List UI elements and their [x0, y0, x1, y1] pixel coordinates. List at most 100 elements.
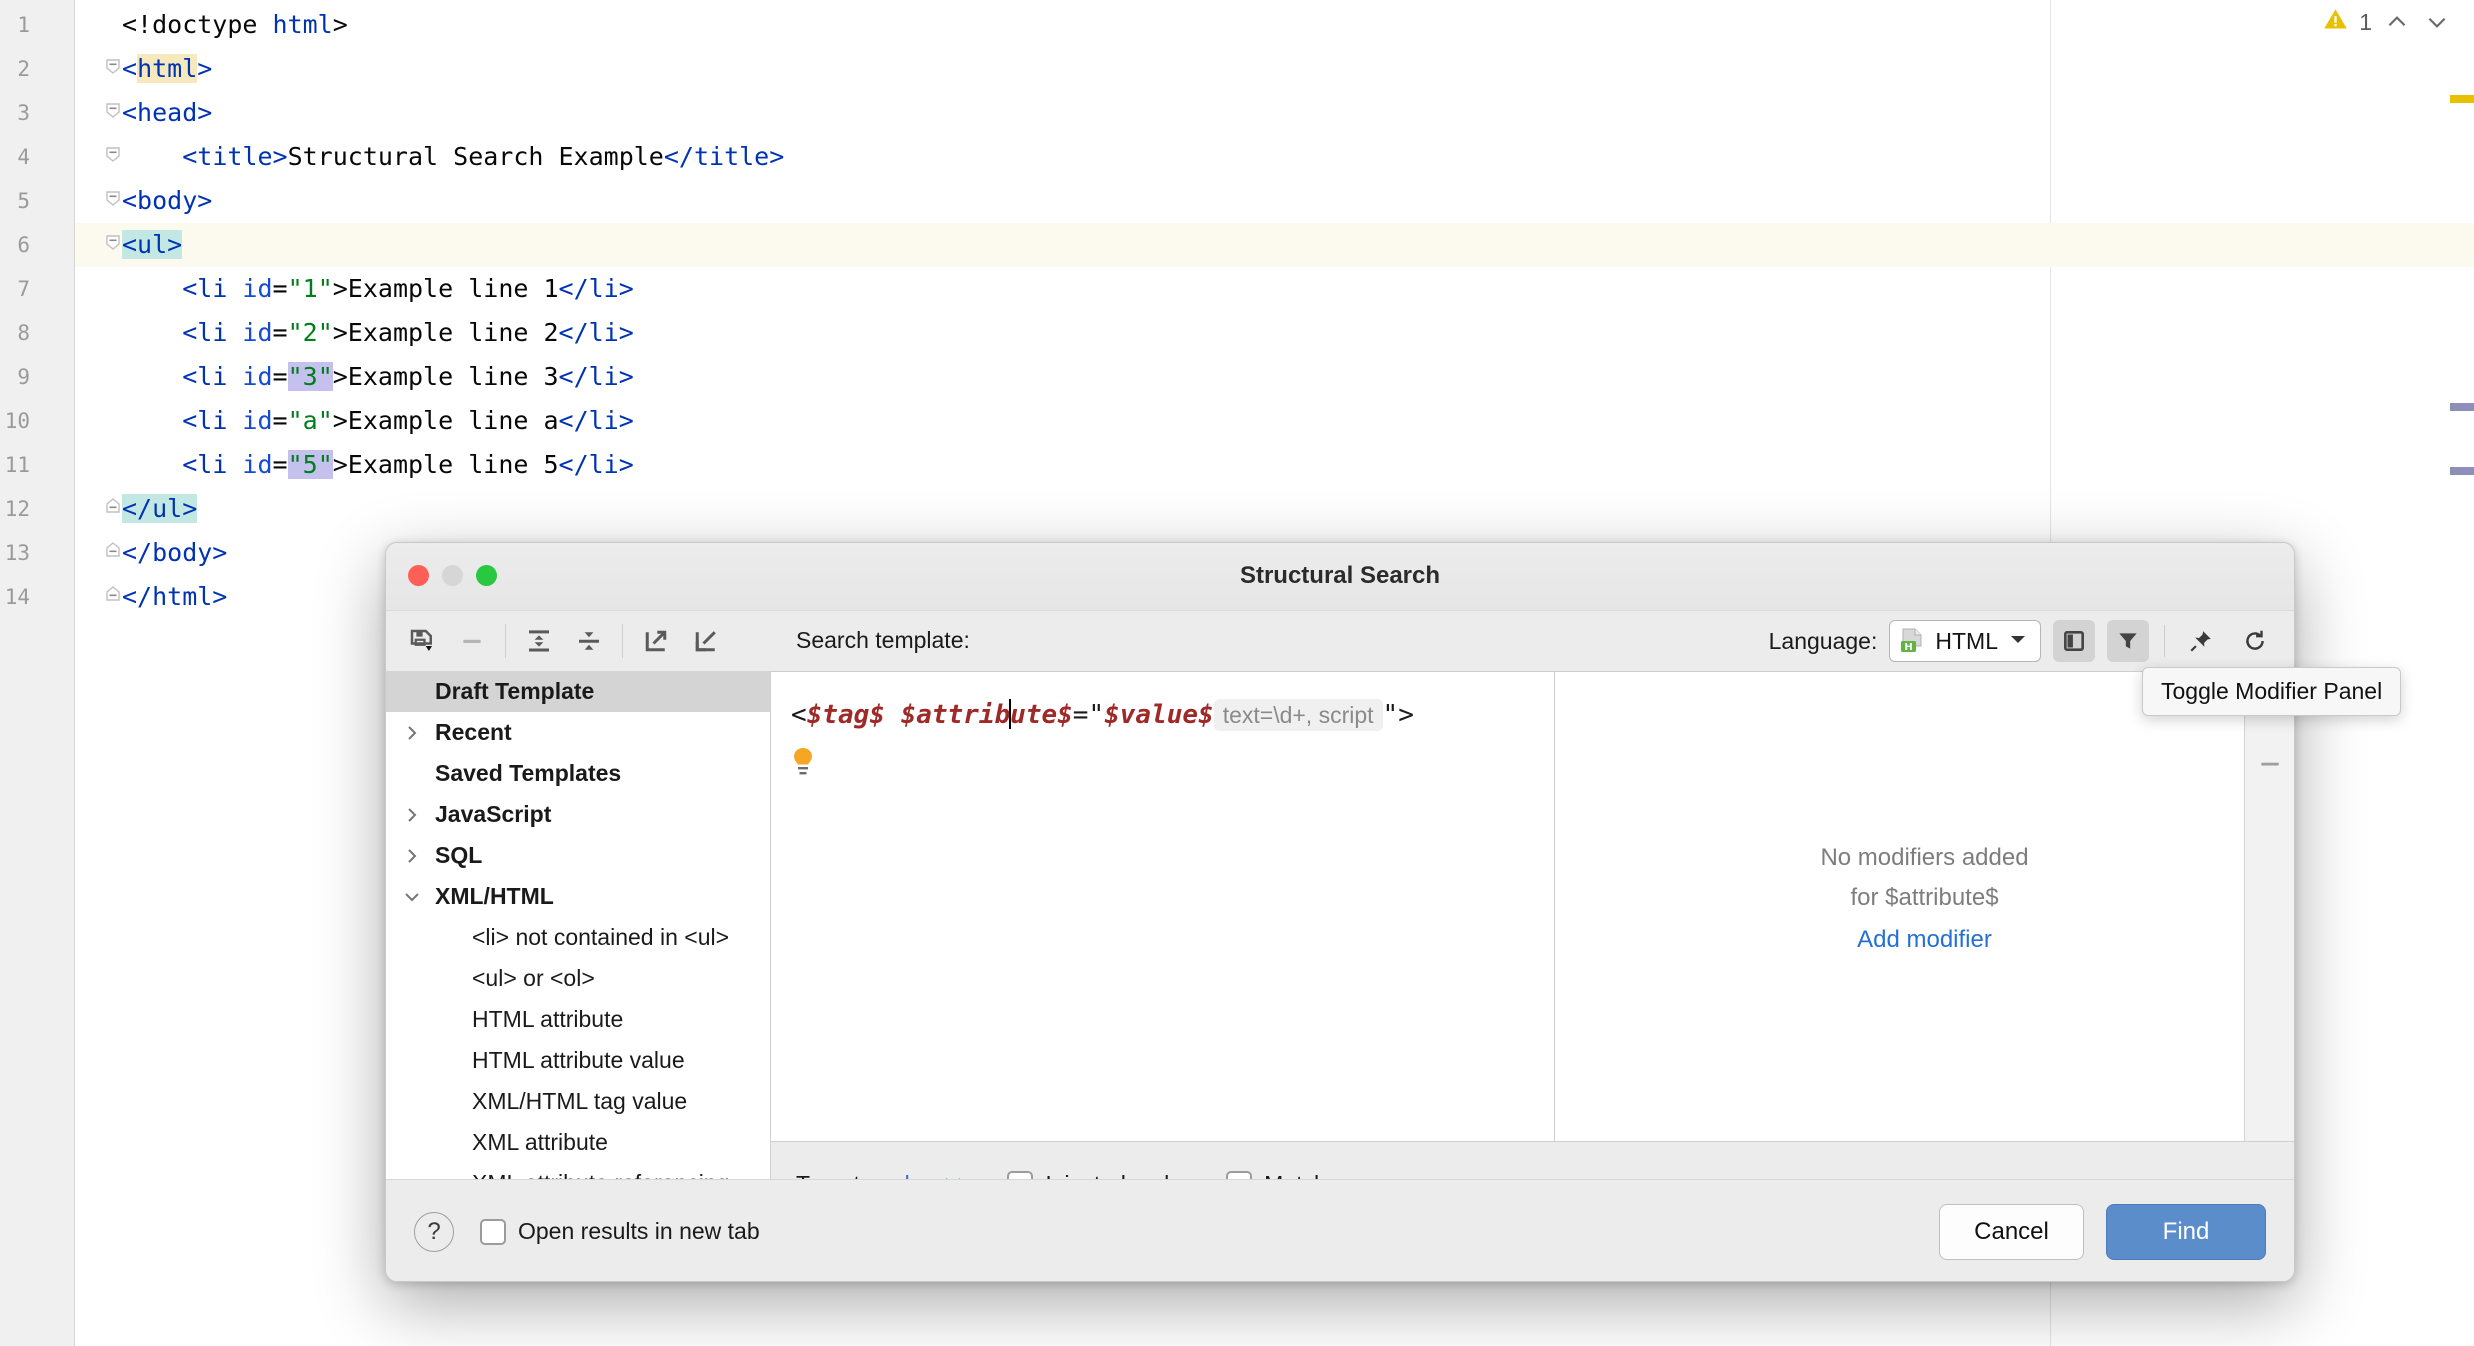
- export-template-button[interactable]: [632, 619, 680, 663]
- tree-item[interactable]: HTML attribute: [386, 999, 770, 1040]
- html-file-icon: H: [1900, 628, 1924, 654]
- tree-item[interactable]: HTML attribute value: [386, 1040, 770, 1081]
- filter-chip[interactable]: text=\d+, script: [1213, 699, 1383, 731]
- code-token: </li>: [558, 450, 634, 479]
- code-line[interactable]: <li id="1">Example line 1</li>: [122, 267, 634, 311]
- tree-item[interactable]: Saved Templates: [386, 753, 770, 794]
- tree-item[interactable]: <li> not contained in <ul>: [386, 917, 770, 958]
- tree-item[interactable]: <ul> or <ol>: [386, 958, 770, 999]
- template-code-line[interactable]: <$tag$ $attribute$="$value$ text=\d+, scr…: [791, 698, 1414, 732]
- structural-search-dialog[interactable]: Structural Search Draft Template Recent …: [385, 542, 2295, 1282]
- add-modifier-link[interactable]: Add modifier: [1820, 918, 2028, 962]
- template-header: Search template: Language: H HTML: [771, 611, 2294, 671]
- chevron-right-icon[interactable]: [400, 712, 424, 753]
- fold-end-icon[interactable]: [103, 586, 123, 606]
- refresh-button[interactable]: [2234, 620, 2276, 662]
- code-token: id: [227, 362, 273, 391]
- fold-expanded-icon[interactable]: [103, 146, 123, 166]
- code-open-bracket: <: [791, 700, 807, 730]
- fold-expanded-icon[interactable]: [103, 58, 123, 78]
- code-token: </li>: [558, 362, 634, 391]
- code-line[interactable]: <li id="3">Example line 3</li>: [122, 355, 634, 399]
- tree-item[interactable]: Draft Template: [386, 671, 770, 712]
- toolbar-separator-3: [2164, 625, 2165, 657]
- remove-template-button[interactable]: [448, 619, 496, 663]
- code-line[interactable]: <ul>: [122, 223, 183, 267]
- line-number: 2: [17, 57, 30, 81]
- code-token: =: [272, 318, 288, 347]
- remove-modifier-button[interactable]: [2250, 744, 2290, 784]
- dialog-titlebar[interactable]: Structural Search: [386, 543, 2294, 611]
- fold-expanded-icon[interactable]: [103, 234, 123, 254]
- pin-button[interactable]: [2180, 620, 2222, 662]
- dialog-bottom-bar[interactable]: ? Open results in new tab Cancel Find: [386, 1179, 2294, 1281]
- cancel-button[interactable]: Cancel: [1939, 1203, 2084, 1260]
- code-line[interactable]: <li id="5">Example line 5</li>: [122, 443, 634, 487]
- code-var-tag: $tag$: [806, 700, 885, 730]
- fold-expanded-icon[interactable]: [103, 102, 123, 122]
- gutter-marker[interactable]: [2450, 95, 2474, 103]
- open-results-checkbox[interactable]: Open results in new tab: [480, 1218, 760, 1245]
- code-line[interactable]: </html>: [122, 575, 227, 619]
- language-select[interactable]: H HTML: [1889, 620, 2041, 662]
- code-line[interactable]: <body>: [122, 179, 212, 223]
- collapse-all-button[interactable]: [565, 619, 613, 663]
- tree-item[interactable]: SQL: [386, 835, 770, 876]
- next-problem-icon[interactable]: [2422, 7, 2452, 37]
- import-template-button[interactable]: [682, 619, 730, 663]
- code-line[interactable]: </ul>: [122, 487, 198, 531]
- save-template-button[interactable]: [398, 619, 446, 663]
- modifier-empty-line-1: No modifiers added: [1820, 843, 2029, 871]
- code-line[interactable]: <li id="a">Example line a</li>: [122, 399, 634, 443]
- code-token: "2": [287, 318, 333, 347]
- code-token: </li>: [558, 274, 634, 303]
- code-token: >Example line a: [332, 406, 559, 435]
- chevron-down-icon[interactable]: [400, 876, 424, 917]
- fold-end-icon[interactable]: [103, 542, 123, 562]
- code-line[interactable]: </body>: [122, 531, 227, 575]
- chevron-right-icon[interactable]: [400, 794, 424, 835]
- open-results-checkbox-box[interactable]: [480, 1218, 506, 1245]
- svg-text:H: H: [1905, 642, 1913, 653]
- modifier-rail[interactable]: [2244, 672, 2294, 1141]
- code-line[interactable]: <li id="2">Example line 2</li>: [122, 311, 634, 355]
- code-token: <: [122, 54, 138, 83]
- chevron-right-icon[interactable]: [400, 835, 424, 876]
- prev-problem-icon[interactable]: [2382, 7, 2412, 37]
- editor-marker-strip[interactable]: [2450, 0, 2474, 1346]
- tree-item[interactable]: XML/HTML tag value: [386, 1081, 770, 1122]
- templates-tree[interactable]: Draft Template Recent Saved Templates JavaS…: [386, 671, 771, 1226]
- templates-toolbar[interactable]: [386, 611, 771, 671]
- editor-gutter[interactable]: 1 2 3 4 5 6 7 8 9 10 11 12 13 14: [0, 0, 75, 1346]
- gutter-marker[interactable]: [2450, 467, 2474, 475]
- code-token: >Example line 1: [332, 274, 559, 303]
- templates-pane[interactable]: Draft Template Recent Saved Templates JavaS…: [386, 611, 771, 1226]
- inspections-widget[interactable]: 1: [2322, 6, 2452, 38]
- code-line[interactable]: <head>: [122, 91, 212, 135]
- fold-end-icon[interactable]: [103, 498, 123, 518]
- search-template-pane[interactable]: Search template: Language: H HTML <$tag$…: [771, 611, 2294, 1226]
- modifier-panel[interactable]: No modifiers added for $attribute$ Add m…: [1554, 672, 2294, 1141]
- lightbulb-icon[interactable]: [790, 746, 816, 783]
- tree-item[interactable]: XML/HTML: [386, 876, 770, 917]
- gutter-marker[interactable]: [2450, 403, 2474, 411]
- code-token: >Example line 3: [332, 362, 559, 391]
- help-button[interactable]: ?: [414, 1211, 454, 1252]
- code-line[interactable]: <title>Structural Search Example</title>: [122, 135, 784, 179]
- tree-item[interactable]: Recent: [386, 712, 770, 753]
- expand-all-button[interactable]: [515, 619, 563, 663]
- line-number: 5: [17, 189, 30, 213]
- tree-item[interactable]: XML attribute: [386, 1122, 770, 1163]
- search-template-editor[interactable]: <$tag$ $attribute$="$value$ text=\d+, scr…: [771, 672, 1554, 1141]
- toolbar-separator-2: [622, 624, 623, 658]
- find-button[interactable]: Find: [2106, 1203, 2266, 1260]
- filter-button[interactable]: [2107, 620, 2149, 662]
- fold-expanded-icon[interactable]: [103, 190, 123, 210]
- code-line[interactable]: <!doctype html>: [122, 3, 348, 47]
- code-token: "a": [287, 406, 333, 435]
- toggle-modifier-panel-button[interactable]: [2053, 620, 2095, 662]
- toolbar-separator-1: [505, 624, 506, 658]
- tree-item[interactable]: JavaScript: [386, 794, 770, 835]
- code-line[interactable]: <html>: [122, 47, 212, 91]
